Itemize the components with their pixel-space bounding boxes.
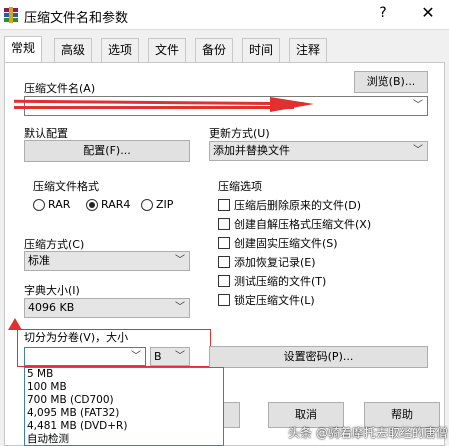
- dropdown-option[interactable]: 4,481 MB (DVD+R): [25, 420, 223, 433]
- update-mode-value: 添加并替换文件: [213, 144, 290, 157]
- split-size-dropdown[interactable]: 5 MB 100 MB 700 MB (CD700) 4,095 MB (FAT…: [24, 367, 224, 446]
- radio-off-icon: [141, 198, 153, 211]
- dropdown-option[interactable]: 100 MB: [25, 381, 223, 394]
- annotation-arrow-icon: [270, 97, 314, 112]
- option-label: 测试压缩的文件(T): [234, 275, 327, 288]
- option-label: 锁定压缩文件(L): [234, 294, 315, 307]
- format-rar4-radio[interactable]: RAR4: [86, 198, 130, 211]
- profile-label: 默认配置: [24, 127, 68, 140]
- profile-config-button[interactable]: 配置(F)...: [24, 140, 190, 162]
- update-mode-select[interactable]: 添加并替换文件 ﹀: [209, 141, 428, 161]
- archive-name-label: 压缩文件名(A): [24, 82, 96, 95]
- chevron-down-icon[interactable]: ﹀: [413, 142, 423, 160]
- tab-strip: 常规 高级 选项 文件 备份 时间 注释: [4, 36, 444, 62]
- tab-backup[interactable]: 备份: [195, 38, 234, 62]
- chevron-down-icon[interactable]: ﹀: [175, 348, 185, 366]
- annotation-pointer-icon: [8, 318, 22, 330]
- chevron-down-icon[interactable]: ﹀: [131, 348, 141, 366]
- update-mode-label: 更新方式(U): [209, 127, 270, 140]
- option-label: 创建固实压缩文件(S): [234, 237, 338, 250]
- option-recovery-record[interactable]: 添加恢复记录(E): [218, 254, 316, 270]
- watermark-text: 头条 @骑着摩托去取经的唐僧: [288, 426, 448, 440]
- tab-general[interactable]: 常规: [4, 36, 43, 62]
- compression-method-select[interactable]: 标准 ﹀: [24, 251, 190, 271]
- close-icon[interactable]: ✕: [416, 3, 440, 22]
- dropdown-option[interactable]: 4,095 MB (FAT32): [25, 407, 223, 420]
- browse-button[interactable]: 浏览(B)...: [354, 71, 428, 93]
- split-volumes-label: 切分为分卷(V)，大小: [24, 331, 129, 344]
- window-title: 压缩文件名和参数: [24, 11, 129, 26]
- chevron-down-icon[interactable]: ﹀: [175, 299, 185, 317]
- option-delete-after[interactable]: 压缩后删除原来的文件(D): [218, 197, 361, 213]
- chevron-down-icon[interactable]: ﹀: [413, 97, 423, 115]
- format-rar-label: RAR: [48, 198, 71, 211]
- annotation-scribble: [14, 106, 294, 109]
- tab-files[interactable]: 文件: [148, 38, 187, 62]
- tab-advanced[interactable]: 高级: [54, 38, 93, 62]
- option-solid-archive[interactable]: 创建固实压缩文件(S): [218, 235, 338, 251]
- archive-format-label: 压缩文件格式: [33, 180, 99, 193]
- format-zip-label: ZIP: [156, 198, 174, 211]
- compression-method-label: 压缩方式(C): [24, 238, 85, 251]
- radio-off-icon: [33, 198, 45, 211]
- split-unit-value: B: [154, 350, 162, 363]
- option-label: 创建自解压格式压缩文件(X): [234, 218, 372, 231]
- split-unit-select[interactable]: B ﹀: [150, 347, 190, 366]
- dictionary-size-value: 4096 KB: [28, 301, 75, 314]
- compression-method-value: 标准: [28, 254, 50, 267]
- compression-options-label: 压缩选项: [218, 180, 262, 193]
- checkbox-icon: [218, 237, 230, 249]
- chevron-down-icon[interactable]: ﹀: [175, 252, 185, 270]
- set-password-button[interactable]: 设置密码(P)...: [209, 346, 428, 368]
- option-lock-archive[interactable]: 锁定压缩文件(L): [218, 292, 315, 308]
- option-label: 压缩后删除原来的文件(D): [234, 199, 362, 212]
- checkbox-icon: [218, 256, 230, 268]
- winrar-app-icon: [2, 6, 20, 24]
- format-zip-radio[interactable]: ZIP: [141, 198, 173, 211]
- dropdown-option[interactable]: 700 MB (CD700): [25, 394, 223, 407]
- checkbox-icon: [218, 294, 230, 306]
- dropdown-option[interactable]: 5 MB: [25, 368, 223, 381]
- split-size-input[interactable]: ﹀: [24, 347, 146, 366]
- dictionary-size-label: 字典大小(I): [24, 284, 80, 297]
- dropdown-option[interactable]: 自动检测: [25, 433, 223, 446]
- tab-time[interactable]: 时间: [242, 38, 281, 62]
- help-icon[interactable]: ?: [373, 5, 393, 21]
- tab-comment[interactable]: 注释: [289, 38, 328, 62]
- option-test-files[interactable]: 测试压缩的文件(T): [218, 273, 326, 289]
- format-rar-radio[interactable]: RAR: [33, 198, 70, 211]
- checkbox-icon: [218, 199, 230, 211]
- option-label: 添加恢复记录(E): [234, 256, 316, 269]
- dictionary-size-select[interactable]: 4096 KB ﹀: [24, 298, 190, 318]
- checkbox-icon: [218, 275, 230, 287]
- tab-options[interactable]: 选项: [101, 38, 140, 62]
- format-rar4-label: RAR4: [101, 198, 131, 211]
- title-bar: 压缩文件名和参数 ? ✕: [0, 0, 449, 30]
- radio-on-icon: [86, 198, 98, 211]
- checkbox-icon: [218, 218, 230, 230]
- option-create-sfx[interactable]: 创建自解压格式压缩文件(X): [218, 216, 371, 232]
